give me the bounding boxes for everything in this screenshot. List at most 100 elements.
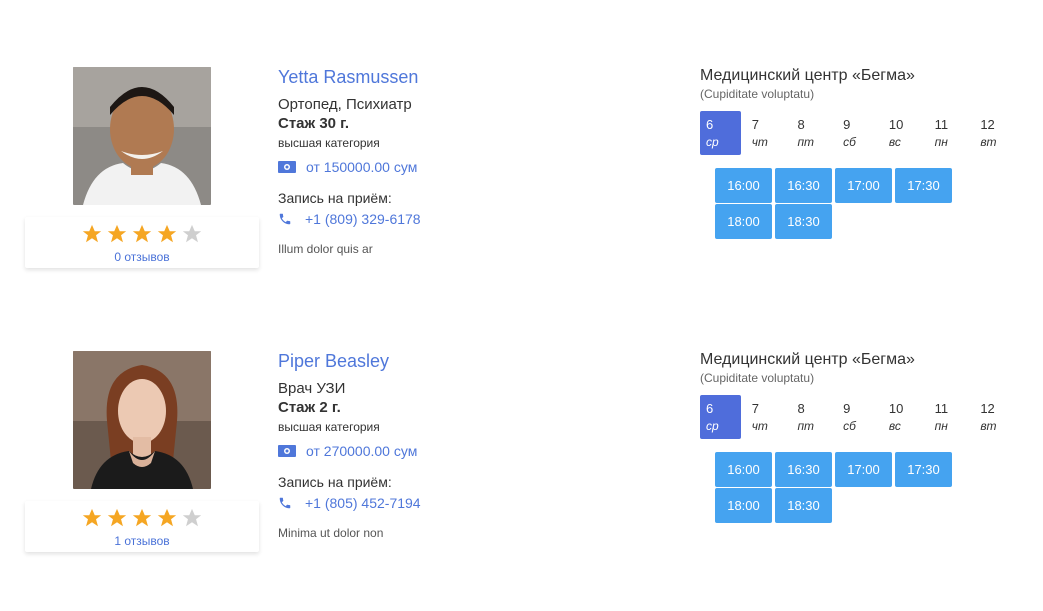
day-number: 6	[706, 117, 714, 132]
doctor-name-link[interactable]: Piper Beasley	[278, 351, 658, 371]
day-number: 8	[797, 117, 805, 132]
doctor-experience: Стаж 30 г.	[278, 115, 350, 132]
star-rating	[25, 223, 259, 247]
time-slot-button[interactable]: 18:00	[715, 488, 772, 523]
day-number: 7	[751, 401, 759, 416]
time-slot-button[interactable]: 18:00	[715, 204, 772, 239]
day-tab[interactable]: 7 чт	[746, 395, 787, 439]
rating-box: 1 отзывов	[25, 501, 259, 552]
time-slot-button[interactable]: 17:00	[835, 168, 892, 203]
day-of-week: сб	[843, 419, 856, 433]
appointment-label: Запись на приём:	[278, 474, 392, 490]
star-icon	[132, 508, 152, 527]
day-tab[interactable]: 8 пт	[791, 111, 832, 155]
day-of-week: чт	[751, 419, 768, 433]
day-tab[interactable]: 10 вс	[883, 111, 924, 155]
day-number: 12	[980, 401, 995, 416]
day-number: 9	[843, 401, 851, 416]
day-tab[interactable]: 6 ср	[700, 395, 741, 439]
day-tab[interactable]: 12 вт	[974, 395, 1015, 439]
day-of-week: пн	[934, 135, 948, 149]
day-of-week: ср	[706, 135, 719, 149]
appointment-label: Запись на приём:	[278, 190, 392, 206]
day-tab[interactable]: 11 пн	[929, 111, 970, 155]
money-icon	[278, 445, 296, 457]
price-row: от 270000.00 сум	[278, 442, 658, 460]
day-of-week: сб	[843, 135, 856, 149]
day-tab[interactable]: 6 ср	[700, 111, 741, 155]
doctor-name-link[interactable]: Yetta Rasmussen	[278, 67, 658, 87]
time-slot-button[interactable]: 18:30	[775, 204, 832, 239]
clinic-subtitle: (Cupiditate voluptatu)	[700, 371, 815, 385]
clinic-subtitle: (Cupiditate voluptatu)	[700, 87, 815, 101]
phone-icon	[279, 497, 291, 509]
doctor-photo-image	[73, 351, 211, 489]
star-icon	[132, 224, 152, 243]
day-of-week: пт	[797, 419, 815, 433]
clinic-schedule: Медицинский центр «Бегма» (Cupiditate vo…	[700, 67, 1020, 240]
time-slots: 16:00 16:30 17:00 17:30 18:00 18:30	[715, 168, 975, 240]
day-tab[interactable]: 8 пт	[791, 395, 832, 439]
phone-link[interactable]: +1 (809) 329-6178	[305, 211, 421, 227]
day-number: 9	[843, 117, 851, 132]
doctor-photo[interactable]	[73, 351, 211, 489]
reviews-link[interactable]: 0 отзывов	[25, 250, 259, 264]
time-slot-button[interactable]: 16:00	[715, 168, 772, 203]
day-tab[interactable]: 9 сб	[837, 111, 878, 155]
doctor-category: высшая категория	[278, 136, 380, 150]
doctor-info: Yetta Rasmussen Ортопед, Психиатр Стаж 3…	[278, 67, 658, 256]
day-tab[interactable]: 11 пн	[929, 395, 970, 439]
day-number: 6	[706, 401, 714, 416]
day-of-week: вт	[980, 419, 997, 433]
day-of-week: ср	[706, 419, 719, 433]
star-empty-icon	[182, 224, 202, 243]
day-of-week: вс	[888, 135, 901, 149]
doctor-photo[interactable]	[73, 67, 211, 205]
day-tab[interactable]: 9 сб	[837, 395, 878, 439]
day-number: 10	[888, 117, 904, 132]
time-slot-button[interactable]: 17:30	[895, 452, 952, 487]
day-number: 10	[888, 401, 904, 416]
phone-link[interactable]: +1 (805) 452-7194	[305, 495, 421, 511]
star-icon	[107, 224, 127, 243]
day-number: 11	[934, 117, 949, 132]
time-slot-button[interactable]: 16:30	[775, 168, 832, 203]
star-icon	[157, 508, 177, 527]
day-of-week: вс	[888, 419, 901, 433]
clinic-name: Медицинский центр «Бегма»	[700, 67, 915, 84]
doctor-about: Illum dolor quis ar	[278, 242, 373, 256]
day-tab[interactable]: 7 чт	[746, 111, 787, 155]
star-icon	[82, 508, 102, 527]
star-icon	[107, 508, 127, 527]
day-picker: 6 ср 7 чт 8 пт 9 сб 10 вс 11 пн 12 вт	[700, 395, 1020, 439]
time-slot-button[interactable]: 16:00	[715, 452, 772, 487]
time-slot-button[interactable]: 17:00	[835, 452, 892, 487]
day-number: 7	[751, 117, 759, 132]
time-slot-button[interactable]: 17:30	[895, 168, 952, 203]
day-of-week: чт	[751, 135, 768, 149]
phone-row: +1 (809) 329-6178	[278, 210, 658, 228]
rating-box: 0 отзывов	[25, 217, 259, 268]
star-empty-icon	[182, 508, 202, 527]
day-number: 12	[980, 117, 995, 132]
doctor-experience: Стаж 2 г.	[278, 399, 341, 416]
time-slot-button[interactable]: 18:30	[775, 488, 832, 523]
reviews-link[interactable]: 1 отзывов	[25, 534, 259, 548]
day-tab[interactable]: 10 вс	[883, 395, 924, 439]
day-tab[interactable]: 12 вт	[974, 111, 1015, 155]
doctor-specialty: Ортопед, Психиатр	[278, 96, 412, 113]
time-slot-button[interactable]: 16:30	[775, 452, 832, 487]
phone-row: +1 (805) 452-7194	[278, 494, 658, 512]
time-slots: 16:00 16:30 17:00 17:30 18:00 18:30	[715, 452, 975, 524]
day-picker: 6 ср 7 чт 8 пт 9 сб 10 вс 11 пн 12 вт	[700, 111, 1020, 155]
price-text: от 150000.00 сум	[306, 159, 418, 175]
money-icon	[278, 161, 296, 173]
star-icon	[157, 224, 177, 243]
day-of-week: пн	[934, 419, 948, 433]
clinic-name: Медицинский центр «Бегма»	[700, 351, 915, 368]
doctor-photo-image	[73, 67, 211, 205]
day-number: 8	[797, 401, 805, 416]
doctor-category: высшая категория	[278, 420, 380, 434]
star-icon	[82, 224, 102, 243]
clinic-schedule: Медицинский центр «Бегма» (Cupiditate vo…	[700, 351, 1020, 524]
